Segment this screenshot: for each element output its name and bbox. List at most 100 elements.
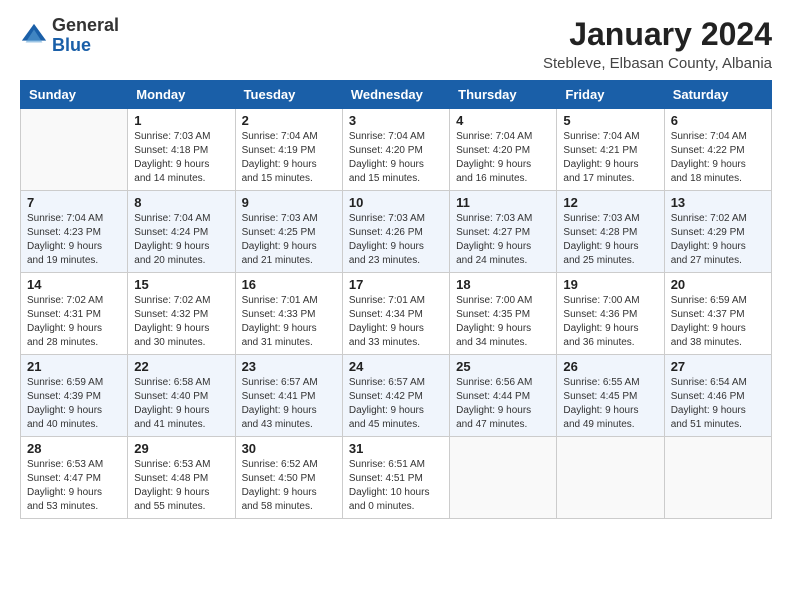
day-info: Sunrise: 7:03 AMSunset: 4:18 PMDaylight:… xyxy=(134,130,228,186)
calendar-cell: 13Sunrise: 7:02 AMSunset: 4:29 PMDayligh… xyxy=(664,191,771,273)
calendar-cell xyxy=(450,437,557,519)
day-number: 14 xyxy=(27,277,121,292)
calendar-cell: 17 Sunrise: 7:01 AMSunset: 4:34 PMDayligh… xyxy=(342,273,449,355)
calendar-cell: 16Sunrise: 7:01 AMSunset: 4:33 PMDayligh… xyxy=(235,273,342,355)
day-info: Sunrise: 7:04 AMSunset: 4:20 PMDaylight:… xyxy=(349,130,443,186)
calendar-cell: 31 Sunrise: 6:51 AMSunset: 4:51 PMDayligh… xyxy=(342,437,449,519)
day-number: 20 xyxy=(671,277,765,292)
day-info: Sunrise: 6:57 AMSunset: 4:41 PMDaylight:… xyxy=(242,376,336,432)
calendar-cell: 19Sunrise: 7:00 AMSunset: 4:36 PMDayligh… xyxy=(557,273,664,355)
day-number: 30 xyxy=(242,441,336,456)
day-number: 29 xyxy=(134,441,228,456)
calendar-cell: 3 Sunrise: 7:04 AMSunset: 4:20 PMDaylight… xyxy=(342,109,449,191)
day-number: 1 xyxy=(134,113,228,128)
calendar-cell: 22 Sunrise: 6:58 AMSunset: 4:40 PMDayligh… xyxy=(128,355,235,437)
day-info: Sunrise: 7:04 AMSunset: 4:19 PMDaylight:… xyxy=(242,130,336,186)
day-number: 27 xyxy=(671,359,765,374)
calendar-week-row: 14 Sunrise: 7:02 AMSunset: 4:31 PMDayligh… xyxy=(21,273,772,355)
calendar-week-row: 1 Sunrise: 7:03 AMSunset: 4:18 PMDaylight… xyxy=(21,109,772,191)
calendar-cell: 29 Sunrise: 6:53 AMSunset: 4:48 PMDayligh… xyxy=(128,437,235,519)
calendar-cell: 15Sunrise: 7:02 AMSunset: 4:32 PMDayligh… xyxy=(128,273,235,355)
day-number: 9 xyxy=(242,195,336,210)
day-number: 11 xyxy=(456,195,550,210)
day-number: 6 xyxy=(671,113,765,128)
day-number: 3 xyxy=(349,113,443,128)
calendar-cell: 27 Sunrise: 6:54 AMSunset: 4:46 PMDayligh… xyxy=(664,355,771,437)
day-info: Sunrise: 7:04 AMSunset: 4:20 PMDaylight:… xyxy=(456,130,550,186)
day-number: 8 xyxy=(134,195,228,210)
day-info: Sunrise: 7:04 AMSunset: 4:22 PMDaylight:… xyxy=(671,130,765,186)
calendar-cell: 21Sunrise: 6:59 AMSunset: 4:39 PMDayligh… xyxy=(21,355,128,437)
calendar-cell: 24 Sunrise: 6:57 AMSunset: 4:42 PMDayligh… xyxy=(342,355,449,437)
day-info: Sunrise: 7:04 AMSunset: 4:21 PMDaylight:… xyxy=(563,130,657,186)
calendar-cell: 10 Sunrise: 7:03 AMSunset: 4:26 PMDayligh… xyxy=(342,191,449,273)
calendar-header-row: SundayMondayTuesdayWednesdayThursdayFrid… xyxy=(21,81,772,109)
calendar-week-row: 28 Sunrise: 6:53 AMSunset: 4:47 PMDayligh… xyxy=(21,437,772,519)
month-title: January 2024 xyxy=(543,16,772,53)
day-number: 7 xyxy=(27,195,121,210)
day-number: 31 xyxy=(349,441,443,456)
day-info: Sunrise: 7:03 AMSunset: 4:28 PMDaylight:… xyxy=(563,212,657,268)
day-info: Sunrise: 6:58 AMSunset: 4:40 PMDaylight:… xyxy=(134,376,228,432)
calendar-cell: 11 Sunrise: 7:03 AMSunset: 4:27 PMDayligh… xyxy=(450,191,557,273)
day-info: Sunrise: 6:51 AMSunset: 4:51 PMDaylight:… xyxy=(349,458,443,514)
calendar-cell: 20 Sunrise: 6:59 AMSunset: 4:37 PMDayligh… xyxy=(664,273,771,355)
day-info: Sunrise: 7:04 AMSunset: 4:23 PMDaylight:… xyxy=(27,212,121,268)
day-number: 13 xyxy=(671,195,765,210)
day-info: Sunrise: 6:55 AMSunset: 4:45 PMDaylight:… xyxy=(563,376,657,432)
calendar-cell xyxy=(557,437,664,519)
day-number: 21 xyxy=(27,359,121,374)
calendar-cell: 30 Sunrise: 6:52 AMSunset: 4:50 PMDayligh… xyxy=(235,437,342,519)
day-number: 10 xyxy=(349,195,443,210)
page-header: General Blue January 2024 Stebleve, Elba… xyxy=(20,16,772,72)
col-header-tuesday: Tuesday xyxy=(235,81,342,109)
day-number: 22 xyxy=(134,359,228,374)
day-info: Sunrise: 6:53 AMSunset: 4:47 PMDaylight:… xyxy=(27,458,121,514)
day-number: 12 xyxy=(563,195,657,210)
day-info: Sunrise: 7:01 AMSunset: 4:33 PMDaylight:… xyxy=(242,294,336,350)
day-info: Sunrise: 6:56 AMSunset: 4:44 PMDaylight:… xyxy=(456,376,550,432)
day-info: Sunrise: 6:53 AMSunset: 4:48 PMDaylight:… xyxy=(134,458,228,514)
day-info: Sunrise: 7:02 AMSunset: 4:31 PMDaylight:… xyxy=(27,294,121,350)
day-info: Sunrise: 7:01 AMSunset: 4:34 PMDaylight:… xyxy=(349,294,443,350)
day-number: 25 xyxy=(456,359,550,374)
calendar-table: SundayMondayTuesdayWednesdayThursdayFrid… xyxy=(20,80,772,519)
col-header-sunday: Sunday xyxy=(21,81,128,109)
calendar-week-row: 7 Sunrise: 7:04 AMSunset: 4:23 PMDaylight… xyxy=(21,191,772,273)
day-info: Sunrise: 7:00 AMSunset: 4:35 PMDaylight:… xyxy=(456,294,550,350)
calendar-cell: 28 Sunrise: 6:53 AMSunset: 4:47 PMDayligh… xyxy=(21,437,128,519)
day-info: Sunrise: 7:03 AMSunset: 4:25 PMDaylight:… xyxy=(242,212,336,268)
day-info: Sunrise: 7:03 AMSunset: 4:27 PMDaylight:… xyxy=(456,212,550,268)
logo-icon xyxy=(20,22,48,50)
day-info: Sunrise: 6:59 AMSunset: 4:37 PMDaylight:… xyxy=(671,294,765,350)
logo: General Blue xyxy=(20,16,119,56)
day-number: 4 xyxy=(456,113,550,128)
logo-text: General Blue xyxy=(52,16,119,56)
calendar-cell: 26 Sunrise: 6:55 AMSunset: 4:45 PMDayligh… xyxy=(557,355,664,437)
day-info: Sunrise: 6:57 AMSunset: 4:42 PMDaylight:… xyxy=(349,376,443,432)
day-number: 26 xyxy=(563,359,657,374)
day-number: 18 xyxy=(456,277,550,292)
day-info: Sunrise: 7:02 AMSunset: 4:32 PMDaylight:… xyxy=(134,294,228,350)
calendar-cell: 9 Sunrise: 7:03 AMSunset: 4:25 PMDaylight… xyxy=(235,191,342,273)
calendar-cell: 12 Sunrise: 7:03 AMSunset: 4:28 PMDayligh… xyxy=(557,191,664,273)
day-info: Sunrise: 6:54 AMSunset: 4:46 PMDaylight:… xyxy=(671,376,765,432)
day-number: 28 xyxy=(27,441,121,456)
day-number: 2 xyxy=(242,113,336,128)
day-number: 24 xyxy=(349,359,443,374)
day-number: 5 xyxy=(563,113,657,128)
calendar-cell: 2 Sunrise: 7:04 AMSunset: 4:19 PMDaylight… xyxy=(235,109,342,191)
calendar-cell: 6 Sunrise: 7:04 AMSunset: 4:22 PMDaylight… xyxy=(664,109,771,191)
day-info: Sunrise: 7:04 AMSunset: 4:24 PMDaylight:… xyxy=(134,212,228,268)
calendar-cell: 5 Sunrise: 7:04 AMSunset: 4:21 PMDaylight… xyxy=(557,109,664,191)
day-number: 17 xyxy=(349,277,443,292)
day-number: 23 xyxy=(242,359,336,374)
calendar-cell xyxy=(664,437,771,519)
day-info: Sunrise: 6:52 AMSunset: 4:50 PMDaylight:… xyxy=(242,458,336,514)
calendar-cell: 7 Sunrise: 7:04 AMSunset: 4:23 PMDaylight… xyxy=(21,191,128,273)
col-header-friday: Friday xyxy=(557,81,664,109)
col-header-saturday: Saturday xyxy=(664,81,771,109)
calendar-cell: 25 Sunrise: 6:56 AMSunset: 4:44 PMDayligh… xyxy=(450,355,557,437)
day-info: Sunrise: 7:03 AMSunset: 4:26 PMDaylight:… xyxy=(349,212,443,268)
calendar-cell: 14 Sunrise: 7:02 AMSunset: 4:31 PMDayligh… xyxy=(21,273,128,355)
